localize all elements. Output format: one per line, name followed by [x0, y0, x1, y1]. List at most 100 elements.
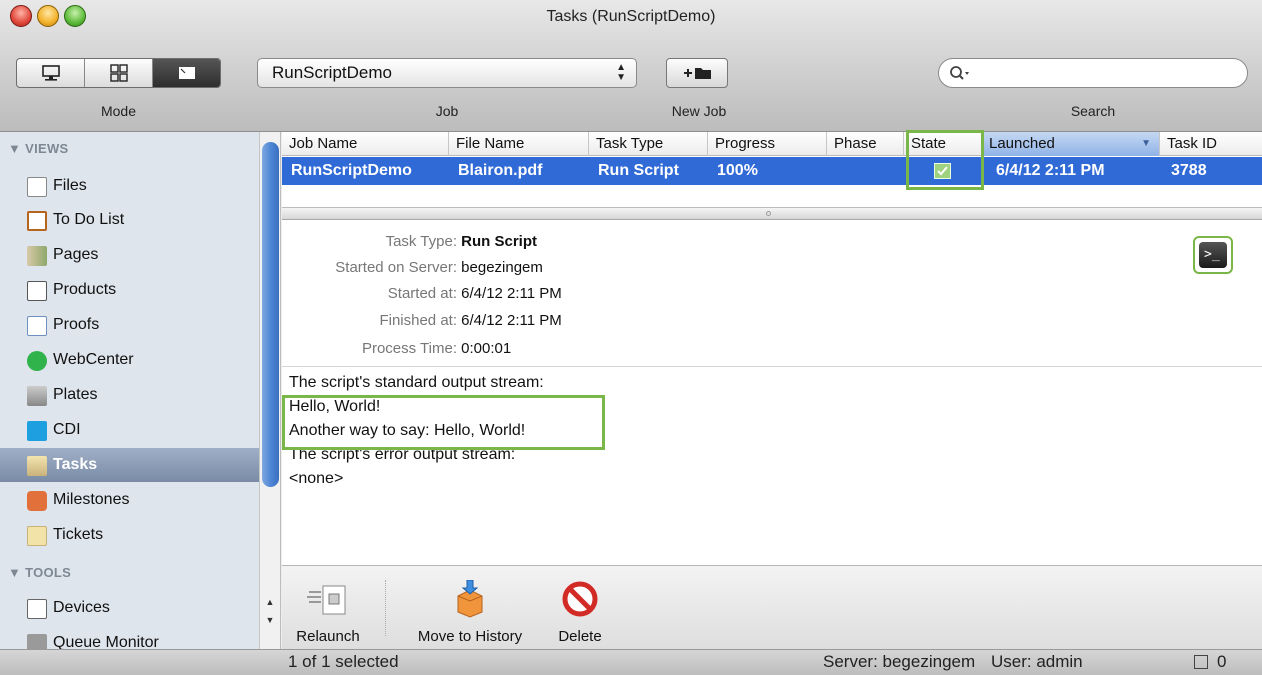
products-icon — [27, 281, 47, 301]
cell-task-type: Run Script — [598, 162, 679, 179]
sidebar-item-proofs[interactable]: Proofs — [0, 308, 259, 342]
sidebar-item-pages[interactable]: Pages — [0, 238, 259, 272]
devices-icon — [27, 599, 47, 619]
cell-launched: 6/4/12 2:11 PM — [996, 162, 1105, 179]
cell-file-name: Blairon.pdf — [458, 162, 543, 179]
column-header-file-name[interactable]: File Name — [449, 132, 589, 156]
user-status: User: admin — [991, 652, 1083, 671]
column-header-task-id[interactable]: Task ID — [1160, 132, 1262, 156]
relaunch-icon — [307, 585, 346, 615]
move-to-history-button[interactable]: Move to History — [400, 579, 540, 645]
sidebar: ▼ VIEWS Files To Do List Pages Products … — [0, 132, 259, 649]
sidebar-item-to-do-list[interactable]: To Do List — [0, 203, 259, 237]
detail-process-time: Process Time: 0:00:01 — [361, 340, 512, 357]
monitor-icon — [41, 65, 60, 81]
sidebar-item-products[interactable]: Products — [0, 273, 259, 307]
sidebar-item-tasks[interactable]: Tasks — [0, 448, 259, 482]
sidebar-item-cdi[interactable]: CDI — [0, 413, 259, 447]
tasks-table: Job Name File Name Task Type Progress Ph… — [282, 130, 1262, 207]
sidebar-item-devices[interactable]: Devices — [0, 591, 259, 625]
detail-started-at: Started at: 6/4/12 2:11 PM — [387, 285, 562, 302]
cdi-icon — [27, 421, 47, 441]
search-field[interactable] — [938, 58, 1248, 88]
detail-started-on-server: Started on Server: begezingem — [335, 259, 543, 276]
mode-label: Mode — [100, 103, 137, 119]
mode-grid-button[interactable] — [85, 59, 153, 87]
mode-monitor-button[interactable] — [17, 59, 85, 87]
status-bar: 1 of 1 selected Server: begezingem User:… — [0, 649, 1262, 675]
delete-icon — [562, 581, 598, 617]
column-header-launched[interactable]: Launched ▼ — [982, 132, 1160, 156]
script-output: The script's standard output stream: Hel… — [282, 366, 1262, 491]
sidebar-item-milestones[interactable]: Milestones — [0, 483, 259, 517]
sidebar-item-webcenter[interactable]: WebCenter — [0, 343, 259, 377]
delete-button[interactable]: Delete — [550, 580, 610, 645]
table-header: Job Name File Name Task Type Progress Ph… — [282, 132, 1262, 156]
scroll-up-arrow-icon[interactable]: ▲ — [260, 597, 280, 613]
todo-icon — [1194, 655, 1208, 669]
queue-monitor-icon — [27, 634, 47, 649]
webcenter-icon — [27, 351, 47, 371]
cell-task-id: 3788 — [1171, 162, 1207, 179]
pages-icon — [27, 246, 47, 266]
updown-arrows-icon: ▲ ▼ — [616, 62, 626, 83]
relaunch-button[interactable]: Relaunch — [288, 580, 368, 645]
search-label: Search — [1070, 103, 1116, 119]
state-column-highlight — [906, 130, 984, 190]
column-header-job-name[interactable]: Job Name — [282, 132, 449, 156]
server-status: Server: begezingem — [823, 652, 976, 671]
milestones-icon — [27, 491, 47, 511]
scroll-down-arrow-icon[interactable]: ▼ — [260, 615, 280, 631]
splitter-grip-icon — [766, 211, 771, 216]
proofs-icon — [27, 316, 47, 336]
sidebar-scrollbar[interactable]: ▲ ▼ — [259, 132, 281, 649]
plates-icon — [27, 386, 47, 406]
job-select[interactable]: RunScriptDemo ▲ ▼ — [257, 58, 637, 88]
tickets-icon — [27, 526, 47, 546]
job-select-value: RunScriptDemo — [272, 63, 392, 82]
sidebar-tools-header[interactable]: ▼ TOOLS — [8, 565, 71, 580]
selection-count: 1 of 1 selected — [288, 652, 399, 671]
todo-icon — [27, 211, 47, 231]
detail-task-type: Task Type: Run Script — [385, 233, 538, 250]
sidebar-views-header[interactable]: ▼ VIEWS — [8, 141, 69, 156]
sidebar-item-plates[interactable]: Plates — [0, 378, 259, 412]
mode-detail-button[interactable] — [153, 59, 220, 87]
todo-count: 0 — [1217, 652, 1227, 671]
grid-icon — [109, 64, 128, 82]
job-label: Job — [435, 103, 459, 119]
open-log-button[interactable]: >_ — [1193, 236, 1233, 274]
cell-progress: 100% — [717, 162, 758, 179]
mode-segmented-control[interactable] — [16, 58, 221, 88]
search-input[interactable] — [977, 65, 1217, 81]
pane-splitter[interactable] — [282, 207, 1262, 220]
output-highlight — [282, 395, 605, 450]
table-row[interactable]: RunScriptDemo Blairon.pdf Run Script 100… — [282, 157, 1262, 185]
window-title: Tasks (RunScriptDemo) — [546, 8, 716, 25]
move-to-history-icon — [457, 579, 483, 618]
window-toolbar: Tasks (RunScriptDemo) Mode RunScriptDemo… — [0, 0, 1262, 132]
detail-finished-at: Finished at: 6/4/12 2:11 PM — [379, 312, 562, 329]
sidebar-item-files[interactable]: Files — [0, 169, 259, 203]
column-header-phase[interactable]: Phase — [827, 132, 904, 156]
search-icon — [950, 66, 969, 80]
column-header-progress[interactable]: Progress — [708, 132, 827, 156]
output-line: <none> — [289, 470, 344, 487]
action-divider — [385, 580, 386, 636]
window-pane-icon — [178, 67, 195, 79]
new-job-button[interactable] — [666, 58, 728, 88]
terminal-icon: >_ — [1199, 242, 1227, 268]
tasks-icon — [27, 456, 47, 476]
cell-job-name: RunScriptDemo — [291, 162, 412, 179]
sort-descending-icon: ▼ — [1141, 138, 1151, 149]
sidebar-scroll-thumb[interactable] — [262, 142, 279, 487]
sidebar-item-queue-monitor[interactable]: Queue Monitor — [0, 626, 259, 649]
file-icon — [27, 177, 47, 197]
new-folder-icon — [684, 68, 711, 79]
column-header-task-type[interactable]: Task Type — [589, 132, 708, 156]
new-job-label: New Job — [671, 103, 727, 119]
task-detail-pane: Task Type: Run Script Started on Server:… — [282, 220, 1262, 565]
sidebar-item-tickets[interactable]: Tickets — [0, 518, 259, 552]
action-bar: Relaunch Move to History Delete — [282, 565, 1262, 649]
output-line: The script's standard output stream: — [289, 374, 544, 391]
